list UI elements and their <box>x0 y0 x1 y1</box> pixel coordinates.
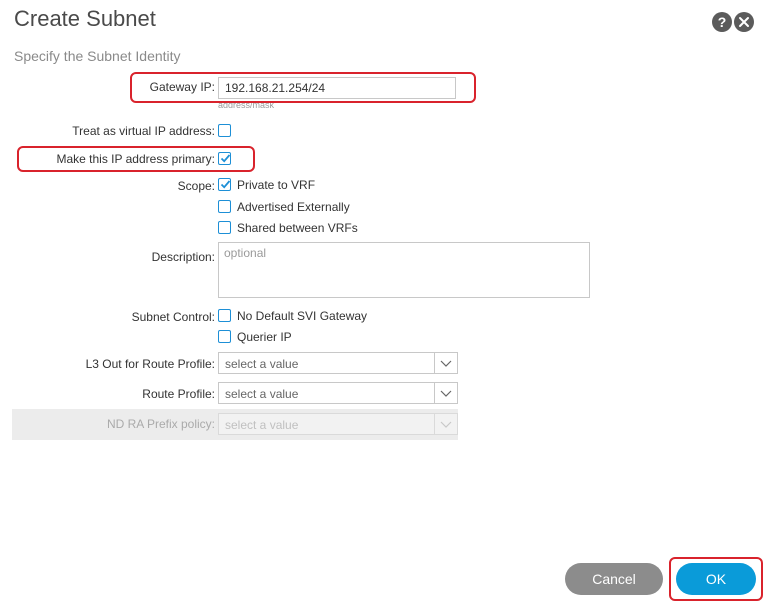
scope-advertised-checkbox[interactable] <box>218 200 231 213</box>
ok-button-highlight <box>669 557 763 601</box>
route-profile-label: Route Profile: <box>142 387 215 401</box>
chevron-down-icon <box>434 383 457 403</box>
virtual-ip-checkbox[interactable] <box>218 124 231 137</box>
nd-ra-prefix-policy-select: select a value <box>218 413 458 435</box>
querier-ip-label: Querier IP <box>237 330 292 344</box>
scope-private-checkbox[interactable] <box>218 178 231 191</box>
description-textarea[interactable]: optional <box>218 242 590 298</box>
checkmark-icon <box>220 180 231 189</box>
no-default-svi-label: No Default SVI Gateway <box>237 309 368 323</box>
scope-private-label: Private to VRF <box>237 178 316 192</box>
description-label: Description: <box>151 250 215 264</box>
scope-shared-checkbox[interactable] <box>218 221 231 234</box>
help-icon[interactable]: ? <box>712 12 732 32</box>
chevron-down-icon <box>434 353 457 373</box>
route-profile-select[interactable]: select a value <box>218 382 458 404</box>
cancel-button[interactable]: Cancel <box>565 563 663 595</box>
route-profile-value: select a value <box>225 387 299 401</box>
subnet-control-label: Subnet Control: <box>131 310 215 324</box>
l3out-route-profile-value: select a value <box>225 357 299 371</box>
dialog-subtitle: Specify the Subnet Identity <box>14 48 181 64</box>
virtual-ip-label: Treat as virtual IP address: <box>72 124 215 138</box>
close-icon[interactable] <box>734 12 754 32</box>
no-default-svi-checkbox[interactable] <box>218 309 231 322</box>
querier-ip-checkbox[interactable] <box>218 330 231 343</box>
nd-ra-prefix-policy-label: ND RA Prefix policy: <box>106 417 215 431</box>
scope-label: Scope: <box>177 179 215 193</box>
dialog-title: Create Subnet <box>14 6 156 31</box>
l3out-route-profile-label: L3 Out for Route Profile: <box>85 357 215 371</box>
gateway-ip-highlight <box>130 72 476 103</box>
scope-advertised-label: Advertised Externally <box>237 200 350 214</box>
scope-shared-label: Shared between VRFs <box>237 221 358 235</box>
primary-ip-highlight <box>17 146 255 172</box>
chevron-down-icon <box>434 414 457 434</box>
nd-ra-prefix-policy-value: select a value <box>225 418 299 432</box>
l3out-route-profile-select[interactable]: select a value <box>218 352 458 374</box>
